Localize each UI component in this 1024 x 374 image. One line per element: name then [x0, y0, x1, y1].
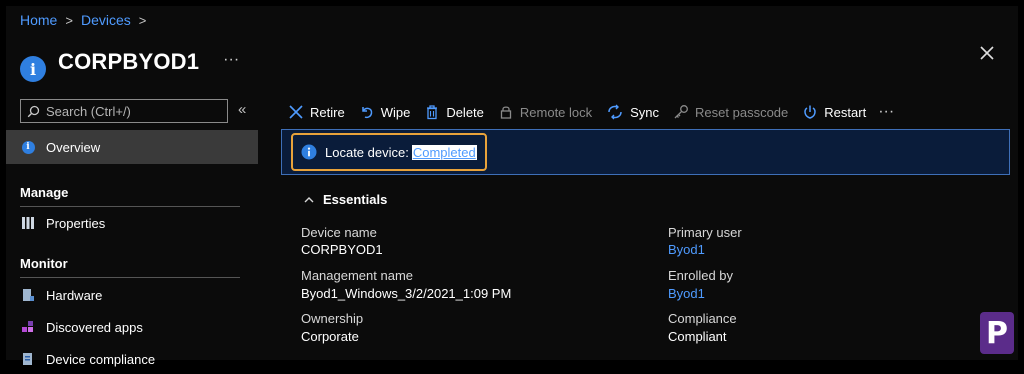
breadcrumb-separator: >	[65, 12, 73, 28]
compliance-value: Compliant	[668, 329, 727, 344]
section-heading-manage: Manage	[20, 185, 69, 200]
delete-button[interactable]: Delete	[424, 104, 484, 120]
brand-logo: P	[980, 312, 1014, 354]
highlight-box: Locate device: Completed	[291, 133, 487, 171]
restart-label: Restart	[824, 104, 867, 120]
sidebar-item-discovered-apps[interactable]: Discovered apps	[6, 312, 258, 342]
lock-icon	[500, 106, 512, 119]
more-options-icon[interactable]: ···	[223, 51, 239, 69]
primary-user-label: Primary user	[668, 225, 742, 240]
close-icon	[289, 105, 303, 119]
properties-icon	[20, 215, 36, 231]
search-icon	[27, 105, 40, 117]
apps-icon	[20, 319, 36, 335]
breadcrumb-home-link[interactable]: Home	[20, 12, 57, 28]
essentials-toggle[interactable]: Essentials	[303, 192, 387, 207]
management-name-label: Management name	[301, 268, 414, 283]
device-blade: Home > Devices > i CORPBYOD1 ··· « i Ove…	[6, 6, 1018, 367]
divider	[20, 277, 240, 278]
enrolled-by-label: Enrolled by	[668, 268, 734, 283]
info-icon: i	[20, 56, 46, 82]
banner-status-link[interactable]: Completed	[411, 144, 477, 160]
command-bar: Retire Wipe Delete Remote lock Sync Rese…	[288, 100, 894, 124]
retire-label: Retire	[310, 104, 345, 120]
management-name-value: Byod1_Windows_3/2/2021_1:09 PM	[301, 286, 512, 301]
search-input[interactable]	[44, 102, 218, 120]
essentials-title: Essentials	[323, 192, 388, 207]
sync-icon	[608, 104, 622, 120]
breadcrumb-devices-link[interactable]: Devices	[81, 12, 131, 28]
wipe-label: Wipe	[380, 104, 411, 120]
remote-lock-label: Remote lock	[519, 104, 593, 120]
sidebar-item-device-compliance[interactable]: Device compliance	[6, 344, 258, 374]
sidebar-item-hardware[interactable]: Hardware	[6, 280, 258, 310]
compliance-icon	[20, 351, 36, 367]
more-commands-icon[interactable]: ···	[878, 103, 894, 121]
banner-text: Locate device:	[325, 144, 409, 160]
ownership-value: Corporate	[301, 329, 359, 344]
device-name-label: Device name	[301, 225, 377, 240]
notification-banner: Locate device: Completed	[281, 129, 1010, 175]
power-icon	[804, 105, 816, 119]
remote-lock-button[interactable]: Remote lock	[498, 104, 592, 120]
sync-button[interactable]: Sync	[606, 103, 659, 121]
key-icon	[674, 105, 688, 119]
sidebar-item-label: Discovered apps	[46, 319, 143, 335]
trash-icon	[427, 105, 438, 120]
sync-label: Sync	[630, 104, 660, 120]
hardware-icon	[20, 287, 36, 303]
sidebar-item-label: Device compliance	[46, 351, 156, 367]
page-title: CORPBYOD1	[58, 49, 200, 74]
sidebar-item-label: Properties	[46, 215, 106, 231]
section-heading-monitor: Monitor	[20, 256, 68, 271]
device-name-value: CORPBYOD1	[301, 242, 383, 257]
enrolled-by-link[interactable]: Byod1	[668, 286, 705, 301]
logo-letter: P	[986, 315, 1008, 351]
breadcrumb: Home > Devices >	[20, 12, 146, 28]
sidebar-item-overview[interactable]: i Overview	[6, 130, 258, 164]
sidebar-item-label: Hardware	[46, 287, 103, 303]
search-box	[20, 99, 228, 123]
reset-passcode-label: Reset passcode	[695, 104, 789, 120]
info-icon: i	[20, 139, 36, 155]
sidebar-item-label: Overview	[46, 139, 101, 155]
undo-icon	[361, 107, 372, 119]
wipe-button[interactable]: Wipe	[359, 104, 411, 120]
compliance-label: Compliance	[668, 311, 737, 326]
ownership-label: Ownership	[301, 311, 364, 326]
close-icon[interactable]	[978, 44, 996, 62]
title-row: i CORPBYOD1 ···	[20, 42, 239, 82]
divider	[20, 206, 240, 207]
breadcrumb-separator: >	[138, 12, 147, 28]
collapse-sidebar-icon[interactable]: «	[238, 101, 246, 118]
chevron-up-icon	[304, 196, 314, 202]
sidebar: « i Overview Manage Properties Monitor	[6, 96, 258, 367]
sidebar-item-properties[interactable]: Properties	[6, 208, 258, 238]
reset-passcode-button[interactable]: Reset passcode	[673, 104, 788, 120]
primary-user-link[interactable]: Byod1	[668, 242, 705, 257]
delete-label: Delete	[446, 104, 484, 120]
restart-button[interactable]: Restart	[802, 104, 866, 120]
retire-button[interactable]: Retire	[288, 104, 345, 120]
info-icon	[301, 144, 317, 160]
